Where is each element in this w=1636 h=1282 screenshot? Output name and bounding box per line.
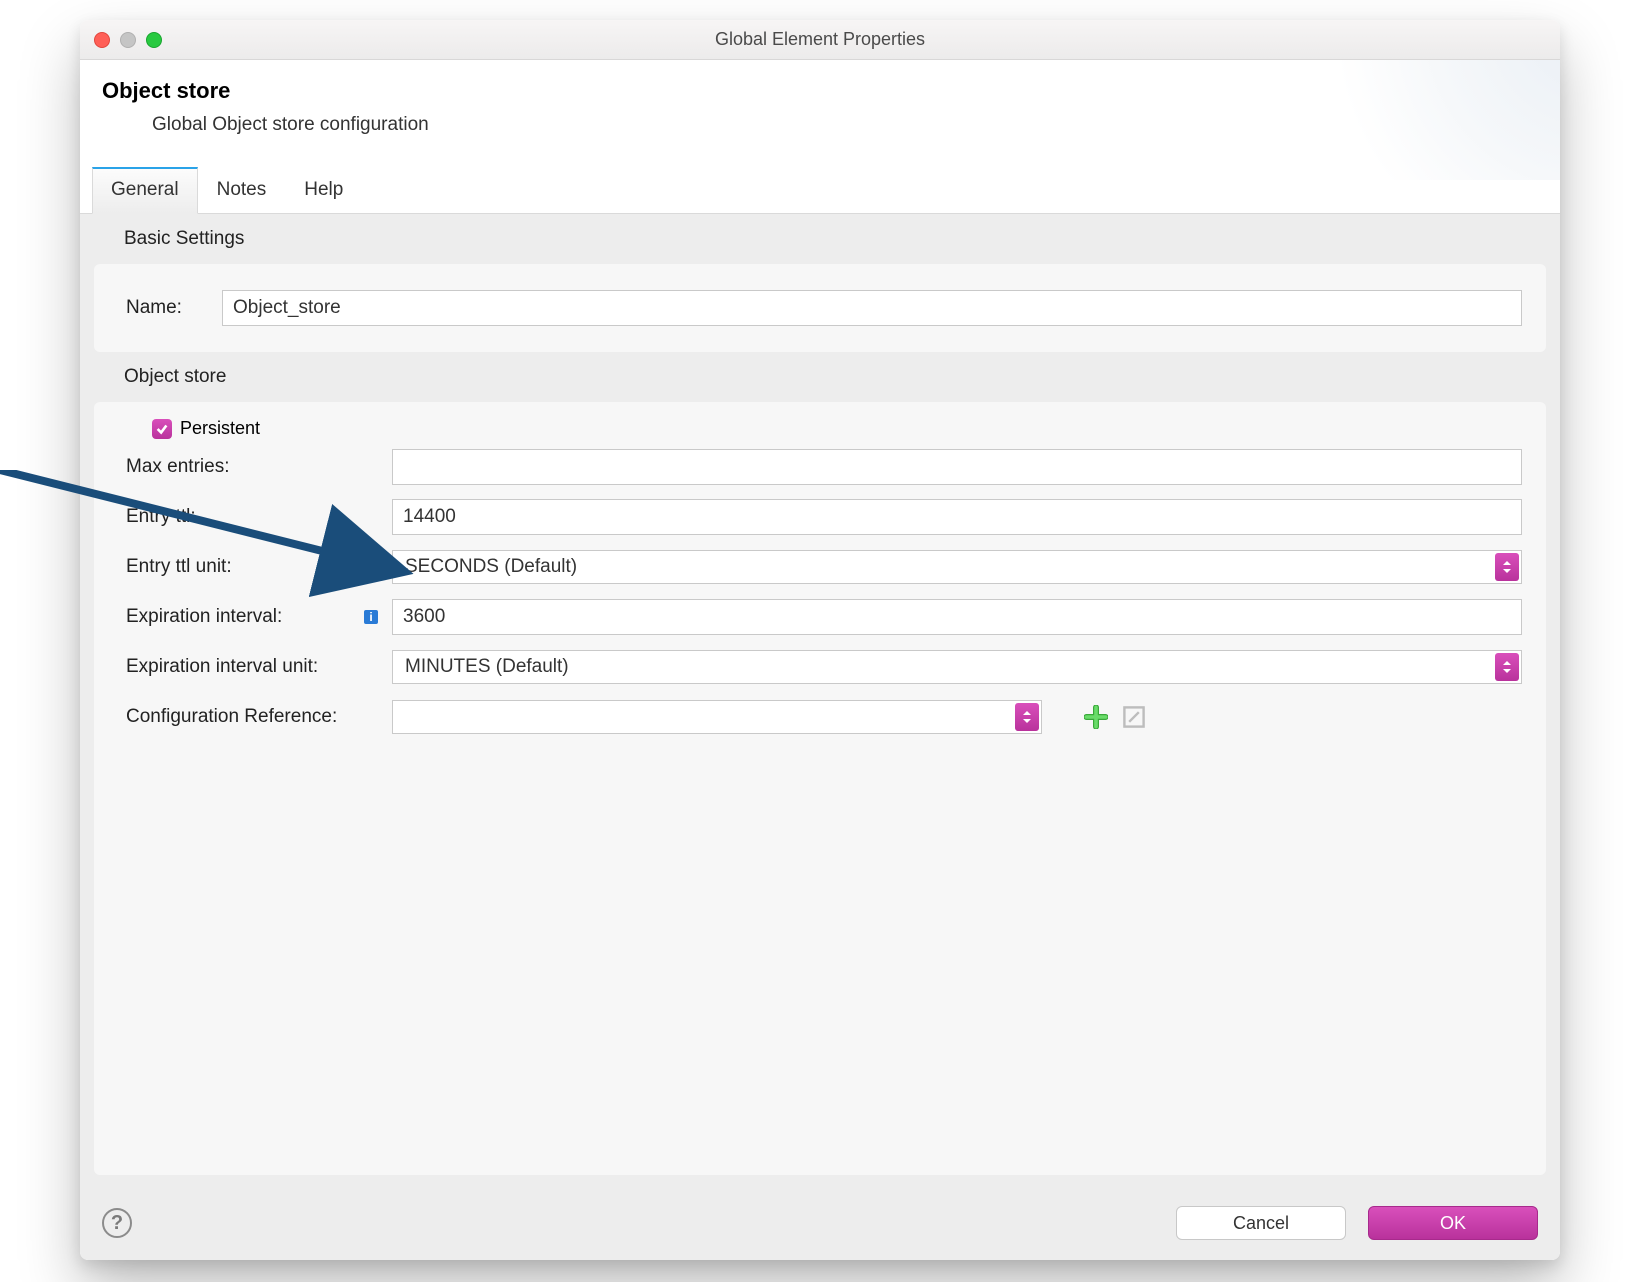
page-title: Object store [102, 78, 1538, 104]
traffic-lights [94, 32, 162, 48]
minimize-icon [120, 32, 136, 48]
persistent-checkbox[interactable] [152, 419, 172, 439]
tab-general[interactable]: General [92, 167, 198, 214]
basic-settings-panel: Name: [94, 264, 1546, 352]
config-ref-value [393, 701, 1013, 733]
max-entries-label: Max entries: [118, 456, 378, 478]
maximize-icon[interactable] [146, 32, 162, 48]
expiration-interval-field[interactable] [392, 599, 1522, 635]
entry-ttl-unit-label: Entry ttl unit: [118, 556, 378, 578]
persistent-label: Persistent [180, 418, 260, 439]
config-ref-select[interactable] [392, 700, 1042, 734]
section-basic-title: Basic Settings [94, 228, 1546, 250]
config-ref-label: Configuration Reference: [118, 706, 378, 728]
page-subtitle: Global Object store configuration [102, 114, 1538, 136]
expiration-interval-unit-value: MINUTES (Default) [393, 651, 1493, 683]
entry-ttl-field[interactable] [392, 499, 1522, 535]
name-field[interactable] [222, 290, 1522, 326]
properties-window: Global Element Properties Object store G… [80, 20, 1560, 1260]
tab-notes[interactable]: Notes [198, 168, 286, 214]
entry-ttl-unit-select[interactable]: SECONDS (Default) [392, 550, 1522, 584]
svg-text:i: i [369, 610, 372, 624]
expiration-interval-unit-label: Expiration interval unit: [118, 656, 378, 678]
window-title: Global Element Properties [715, 29, 925, 50]
entry-ttl-unit-value: SECONDS (Default) [393, 551, 1493, 583]
entry-ttl-label: Entry ttl: [118, 506, 378, 528]
object-store-panel: Persistent Max entries: Entry ttl: Entry… [94, 402, 1546, 1175]
edit-icon[interactable] [1122, 705, 1146, 729]
expiration-interval-label: Expiration interval: [118, 606, 378, 628]
max-entries-field[interactable] [392, 449, 1522, 485]
name-label: Name: [118, 297, 208, 319]
add-icon[interactable] [1084, 705, 1108, 729]
titlebar: Global Element Properties [80, 20, 1560, 60]
tab-help[interactable]: Help [285, 168, 362, 214]
section-objectstore-title: Object store [94, 366, 1546, 388]
chevron-updown-icon [1495, 553, 1519, 581]
expiration-interval-unit-select[interactable]: MINUTES (Default) [392, 650, 1522, 684]
header: Object store Global Object store configu… [80, 60, 1560, 166]
tabs: General Notes Help [80, 166, 1560, 214]
info-icon: i [362, 608, 380, 626]
tab-content: Basic Settings Name: Object store Persis… [80, 214, 1560, 1189]
footer: ? Cancel OK [80, 1189, 1560, 1260]
chevron-updown-icon [1495, 653, 1519, 681]
help-button[interactable]: ? [102, 1208, 132, 1238]
chevron-updown-icon [1015, 703, 1039, 731]
cancel-button[interactable]: Cancel [1176, 1206, 1346, 1240]
close-icon[interactable] [94, 32, 110, 48]
ok-button[interactable]: OK [1368, 1206, 1538, 1240]
